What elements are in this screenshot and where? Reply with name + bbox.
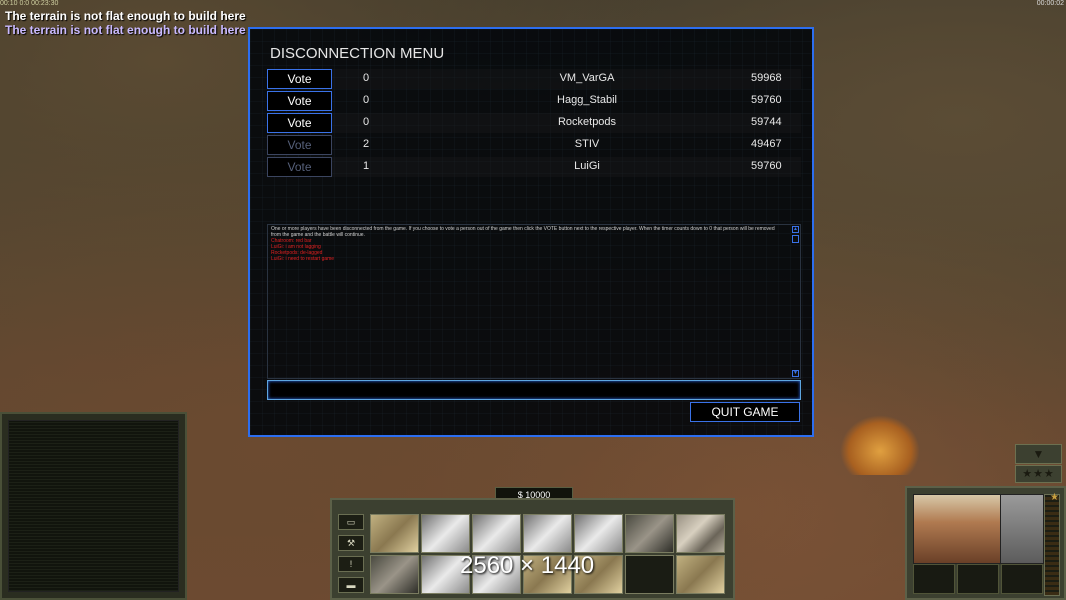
quit-game-button[interactable]: QUIT GAME [690, 402, 800, 422]
build-option-button[interactable] [574, 514, 623, 553]
terrain-warning: The terrain is not flat enough to build … [5, 9, 246, 23]
scroll-thumb[interactable] [792, 235, 799, 243]
scroll-up-button[interactable]: ▲ [792, 226, 799, 233]
rank-stars: ★★★ [1015, 465, 1062, 483]
base-building[interactable] [840, 415, 920, 475]
command-bar: ▭ ⚒ ! ▬ [330, 498, 735, 600]
player-name: STIV [574, 138, 600, 150]
player-ping: 59744 [751, 116, 782, 128]
log-message: LuiGi: i need to restart game [271, 256, 335, 262]
queue-slot[interactable] [913, 564, 955, 594]
build-option-button[interactable] [523, 514, 572, 553]
player-ping: 59760 [751, 94, 782, 106]
queue-slot[interactable] [1001, 564, 1043, 594]
resolution-watermark: 2560 × 1440 [460, 552, 595, 579]
vote-count: 0 [363, 116, 370, 128]
build-option-button[interactable] [421, 514, 470, 553]
vote-button[interactable]: Vote [267, 113, 332, 133]
vote-count: 0 [363, 94, 370, 106]
minimap-panel [0, 412, 187, 600]
vote-count: 1 [363, 160, 370, 172]
general-star-icon[interactable]: ★ [1050, 492, 1059, 503]
player-row: Vote 0 Hagg_Stabil 59760 [267, 91, 801, 111]
vote-button-disabled: Vote [267, 157, 332, 177]
player-name: LuiGi [574, 160, 600, 172]
player-ping: 59760 [751, 160, 782, 172]
power-meter [1044, 494, 1060, 596]
build-option-button[interactable] [676, 555, 725, 594]
elapsed-time: 00:00:02 [1036, 0, 1064, 7]
unit-upgrade-slots[interactable] [1000, 494, 1044, 564]
player-row: Vote 1 LuiGi 59760 [267, 157, 801, 177]
build-option-button[interactable] [676, 514, 725, 553]
portrait-slots [913, 564, 1043, 594]
log-info: One or more players have been disconnect… [271, 226, 775, 238]
scroll-down-button[interactable]: ▼ [792, 370, 799, 377]
empty-build-slot [625, 555, 674, 594]
player-row: Vote 0 VM_VarGA 59968 [267, 69, 801, 89]
player-ping: 59968 [751, 72, 782, 84]
dialog-title: DISCONNECTION MENU [270, 45, 445, 62]
vote-count: 0 [363, 72, 370, 84]
queue-slot[interactable] [957, 564, 999, 594]
vote-button-disabled: Vote [267, 135, 332, 155]
game-clock: 00:10 0:0 00:23:30 [0, 0, 59, 7]
build-option-button[interactable] [625, 514, 674, 553]
alert-button[interactable]: ! [338, 556, 364, 572]
unit-portrait-panel: ★ [905, 486, 1066, 600]
player-row: Vote 0 Rocketpods 59744 [267, 113, 801, 133]
build-option-button[interactable] [472, 514, 521, 553]
vote-button[interactable]: Vote [267, 91, 332, 111]
vote-count: 2 [363, 138, 370, 150]
command-side-buttons: ▭ ⚒ ! ▬ [338, 514, 366, 598]
player-name: VM_VarGA [559, 72, 615, 84]
vote-button[interactable]: Vote [267, 69, 332, 89]
disconnection-dialog: DISCONNECTION MENU Vote 0 VM_VarGA 59968… [248, 27, 814, 437]
player-row: Vote 2 STIV 49467 [267, 135, 801, 155]
unit-portrait[interactable] [913, 494, 1001, 564]
chat-log[interactable]: One or more players have been disconnect… [267, 224, 801, 379]
minimap[interactable] [8, 420, 179, 592]
chat-input[interactable] [267, 380, 801, 400]
build-option-button[interactable] [370, 555, 419, 594]
options-button[interactable]: ▭ [338, 514, 364, 530]
diplomacy-button[interactable]: ▬ [338, 577, 364, 593]
worker-button[interactable]: ⚒ [338, 535, 364, 551]
player-name: Rocketpods [557, 116, 617, 128]
rank-toggle-button[interactable]: ▼ [1015, 444, 1062, 464]
player-name: Hagg_Stabil [557, 94, 617, 106]
build-option-button[interactable] [370, 514, 419, 553]
terrain-warning: The terrain is not flat enough to build … [5, 23, 246, 37]
player-ping: 49467 [751, 138, 782, 150]
